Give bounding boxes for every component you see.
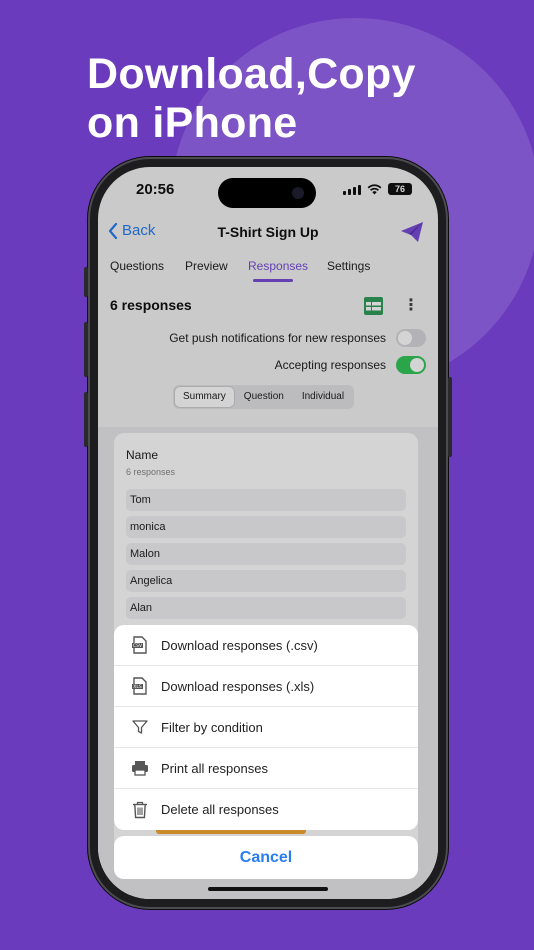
volume-up-button — [84, 322, 88, 377]
filter-label: Filter by condition — [161, 719, 263, 735]
download-csv-label: Download responses (.csv) — [161, 637, 318, 653]
print-option[interactable]: Print all responses — [114, 748, 418, 789]
delete-option[interactable]: Delete all responses — [114, 789, 418, 830]
csv-file-icon: CSV — [131, 636, 149, 654]
svg-text:XLS: XLS — [133, 684, 142, 690]
phone-frame: 20:56 76 Back T-Shirt Sign Up Questions … — [84, 157, 452, 909]
trash-icon — [131, 801, 149, 819]
headline-line-1: Download,Copy — [87, 50, 416, 98]
svg-text:CSV: CSV — [133, 643, 143, 649]
filter-option[interactable]: Filter by condition — [114, 707, 418, 748]
print-label: Print all responses — [161, 760, 268, 776]
phone-screen: 20:56 76 Back T-Shirt Sign Up Questions … — [98, 167, 438, 899]
download-csv-option[interactable]: CSV Download responses (.csv) — [114, 625, 418, 666]
printer-icon — [131, 759, 149, 777]
filter-icon — [131, 718, 149, 736]
action-button — [84, 267, 88, 297]
dynamic-island — [218, 178, 316, 208]
power-button — [448, 377, 452, 457]
action-sheet: CSV Download responses (.csv) XLS Downlo… — [114, 625, 418, 830]
delete-label: Delete all responses — [161, 802, 279, 817]
download-xls-option[interactable]: XLS Download responses (.xls) — [114, 666, 418, 707]
promo-headline: Download,Copy on iPhone — [87, 50, 416, 148]
headline-line-2: on iPhone — [87, 99, 298, 147]
home-indicator[interactable] — [208, 887, 328, 891]
download-xls-label: Download responses (.xls) — [161, 678, 315, 694]
xls-file-icon: XLS — [131, 677, 149, 695]
volume-down-button — [84, 392, 88, 447]
cancel-button[interactable]: Cancel — [114, 836, 418, 879]
